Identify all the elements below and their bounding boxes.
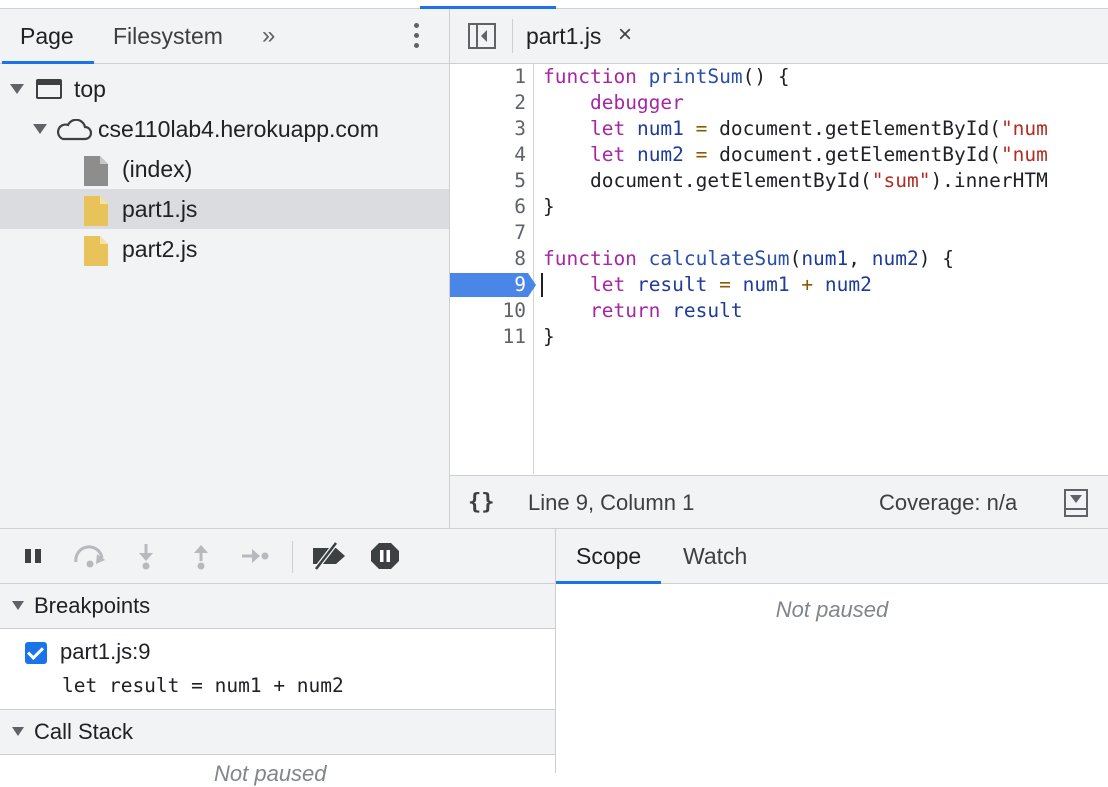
editor-tabs: part1.js × — [450, 9, 1108, 64]
source-editor: part1.js × 1 2 3 4 5 6 7 8 9 10 11 funct… — [450, 9, 1108, 529]
show-debugger-icon[interactable] — [1064, 489, 1088, 517]
tab-watch[interactable]: Watch — [683, 529, 747, 583]
breakpoint-marker[interactable]: 9 — [450, 272, 536, 298]
collapse-triangle-icon[interactable] — [12, 601, 24, 610]
line-number[interactable]: 8 — [450, 246, 526, 272]
tree-item-label: cse110lab4.herokuapp.com — [98, 116, 379, 142]
code-line-8: function calculateSum(num1, num2) { — [543, 247, 954, 270]
editor-tab-part1[interactable]: part1.js — [526, 9, 601, 63]
code-line-3: let num1 = document.getElementById("num — [589, 117, 1048, 140]
line-number[interactable]: 9 — [450, 272, 526, 298]
step-icon[interactable] — [240, 542, 270, 570]
breakpoints-title: Breakpoints — [34, 593, 151, 618]
more-tabs-button[interactable]: » — [262, 9, 275, 63]
scope-status: Not paused — [775, 597, 889, 622]
code-line-5: document.getElementById("sum").innerHTM — [589, 169, 1048, 192]
tree-item-label: top — [74, 76, 106, 102]
callstack-status: Not paused — [214, 761, 327, 786]
line-number[interactable]: 1 — [450, 64, 526, 90]
callstack-title: Call Stack — [34, 719, 134, 744]
pretty-print-button[interactable]: {} — [468, 476, 495, 529]
line-number[interactable]: 7 — [450, 220, 526, 246]
scope-tabs: Scope Watch — [555, 529, 1108, 584]
script-file-icon — [84, 196, 108, 226]
code-line-2: debugger — [589, 91, 684, 114]
tree-item-label: (index) — [122, 156, 193, 182]
breakpoint-location[interactable]: part1.js:9 — [60, 637, 151, 667]
cloud-icon — [56, 119, 92, 141]
code-line-6: } — [543, 195, 555, 218]
tree-item-part2[interactable]: part2.js — [0, 229, 449, 269]
breakpoint-checkbox[interactable] — [25, 642, 47, 664]
navigator-panel: Page Filesystem » top cse110lab4.herokua… — [0, 9, 450, 528]
breakpoint-code[interactable]: let result = num1 + num2 — [62, 671, 344, 701]
tree-item-label: part1.js — [122, 196, 198, 222]
toolbar-divider — [292, 541, 293, 573]
code-area[interactable]: 1 2 3 4 5 6 7 8 9 10 11 function printSu… — [450, 64, 1108, 474]
line-number[interactable]: 11 — [450, 324, 526, 350]
code-line-9: let result = num1 + num2 — [589, 273, 872, 296]
pause-icon[interactable] — [20, 542, 50, 570]
breakpoint-entry[interactable]: part1.js:9 let result = num1 + num2 — [0, 629, 555, 709]
kebab-menu-icon[interactable] — [410, 23, 422, 51]
code-line-10: return result — [589, 299, 743, 322]
callstack-section-header[interactable]: Call Stack — [0, 709, 555, 755]
document-icon — [84, 156, 108, 186]
step-out-icon[interactable] — [186, 542, 216, 570]
code-line-4: let num2 = document.getElementById("num — [589, 143, 1048, 166]
expand-triangle-icon[interactable] — [33, 124, 47, 134]
line-number[interactable]: 6 — [450, 194, 526, 220]
code-line-11: } — [543, 325, 555, 348]
toolbar-divider — [512, 19, 513, 53]
step-over-icon[interactable] — [72, 542, 108, 570]
step-into-icon[interactable] — [131, 542, 161, 570]
line-number[interactable]: 5 — [450, 168, 526, 194]
tab-scope[interactable]: Scope — [555, 529, 662, 584]
tree-item-domain[interactable]: cse110lab4.herokuapp.com — [0, 109, 449, 149]
devtools-top-border — [0, 0, 1108, 9]
cursor-position: Line 9, Column 1 — [528, 490, 695, 515]
line-number[interactable]: 2 — [450, 90, 526, 116]
tab-page[interactable]: Page — [2, 9, 94, 64]
expand-triangle-icon[interactable] — [10, 84, 24, 94]
debugger-sidebar: Breakpoints part1.js:9 let result = num1… — [0, 529, 556, 786]
tree-item-index[interactable]: (index) — [0, 149, 449, 189]
tree-item-label: part2.js — [122, 236, 198, 262]
coverage-status: Coverage: n/a — [879, 490, 1018, 515]
toggle-navigator-icon[interactable] — [468, 23, 496, 49]
deactivate-breakpoints-icon[interactable] — [310, 542, 348, 570]
frame-icon — [36, 79, 62, 99]
debugger-toolbar — [0, 529, 555, 584]
tab-filesystem[interactable]: Filesystem — [113, 9, 223, 63]
scope-panel: Scope Watch Not paused — [555, 529, 1108, 773]
close-tab-icon[interactable]: × — [618, 9, 632, 63]
breakpoints-section-header[interactable]: Breakpoints — [0, 583, 555, 629]
debugger-area: Breakpoints part1.js:9 let result = num1… — [0, 528, 1108, 786]
line-number[interactable]: 4 — [450, 142, 526, 168]
collapse-triangle-icon[interactable] — [12, 727, 24, 736]
tree-item-top[interactable]: top — [0, 69, 449, 109]
tree-item-part1[interactable]: part1.js — [0, 189, 449, 229]
line-number[interactable]: 3 — [450, 116, 526, 142]
pause-on-exceptions-icon[interactable] — [370, 542, 400, 570]
line-number[interactable]: 10 — [450, 298, 526, 324]
script-file-icon — [84, 236, 108, 266]
navigator-tabs: Page Filesystem » — [0, 9, 449, 64]
editor-status-bar: {} Line 9, Column 1 Coverage: n/a — [450, 475, 1108, 529]
code-line-1: function printSum() { — [543, 65, 790, 88]
